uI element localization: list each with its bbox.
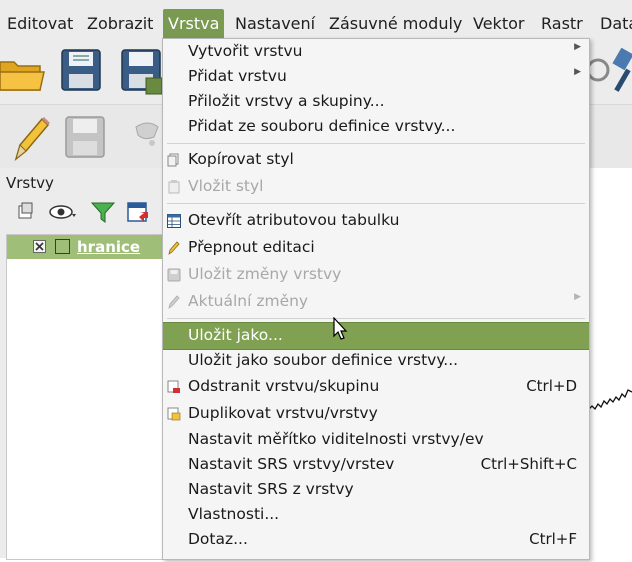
save-edits-icon xyxy=(167,268,181,282)
menu-separator xyxy=(167,318,585,319)
menu-item-label: Přepnout editaci xyxy=(188,238,315,256)
menu-item-duplicate-layer[interactable]: Duplikovat vrstvu/vrstvy xyxy=(163,401,589,427)
remove-layer-icon xyxy=(167,380,180,393)
submenu-arrow-icon: ▶ xyxy=(574,292,581,302)
save-as-project-icon[interactable] xyxy=(120,48,164,96)
menu-item-save-as-definition[interactable]: Uložit jako soubor definice vrstvy... xyxy=(163,348,589,374)
menu-item-label: Nastavit SRS vrstvy/vrstev xyxy=(188,455,395,473)
menu-item-label: Dotaz... xyxy=(188,530,248,548)
menu-item-label: Přiložit vrstvy a skupiny... xyxy=(188,92,385,110)
menu-vektor[interactable]: Vektor xyxy=(473,12,524,36)
collapse-toggle-icon[interactable] xyxy=(33,240,47,254)
layer-menu-dropdown: Vytvořit vrstvu ▶ Přidat vrstvu ▶ Přilož… xyxy=(162,38,590,560)
menu-item-create-layer[interactable]: Vytvořit vrstvu ▶ xyxy=(163,39,589,65)
menu-item-properties[interactable]: Vlastnosti... xyxy=(163,502,589,528)
menu-item-label: Vložit styl xyxy=(188,177,264,195)
menu-item-current-edits: Aktuální změny ▶ xyxy=(163,289,589,315)
menu-separator xyxy=(167,203,585,204)
menu-item-label: Duplikovat vrstvu/vrstvy xyxy=(188,404,378,422)
save-layer-edits-icon[interactable] xyxy=(64,113,110,161)
menu-editovat[interactable]: Editovat xyxy=(7,12,73,36)
identify-tool-icon[interactable] xyxy=(588,48,632,94)
filter-legend-icon[interactable] xyxy=(90,200,116,224)
menu-item-save-as[interactable]: Uložit jako... xyxy=(163,317,589,350)
menu-item-save-layer-edits: Uložit změny vrstvy xyxy=(163,262,589,288)
open-project-icon[interactable] xyxy=(0,50,46,96)
menu-item-remove-layer[interactable]: Odstranit vrstvu/skupinu Ctrl+D xyxy=(163,374,589,400)
table-icon xyxy=(167,214,181,228)
layer-name-label: hranice xyxy=(77,238,141,256)
menu-zasuvne-moduly[interactable]: Zásuvné moduly xyxy=(329,12,462,36)
menu-item-label: Otevřít atributovou tabulku xyxy=(188,211,400,229)
layers-panel: Vrstvy hranice xyxy=(0,168,167,560)
layer-visibility-checkbox[interactable] xyxy=(55,239,71,255)
add-feature-icon xyxy=(135,122,159,146)
menu-rastr[interactable]: Rastr xyxy=(541,12,583,36)
menu-separator xyxy=(167,143,585,144)
boundary-line-icon xyxy=(587,389,632,411)
menu-item-set-layer-crs[interactable]: Nastavit SRS vrstvy/vrstev Ctrl+Shift+C xyxy=(163,452,589,478)
paste-style-icon xyxy=(168,180,180,194)
layer-tree: hranice xyxy=(6,234,167,560)
submenu-arrow-icon: ▶ xyxy=(574,67,581,77)
menu-item-copy-style[interactable]: Kopírovat styl xyxy=(163,147,589,173)
menu-item-label: Uložit změny vrstvy xyxy=(188,265,342,283)
menu-item-toggle-editing[interactable]: Přepnout editaci xyxy=(163,235,589,261)
menu-item-label: Přidat vrstvu xyxy=(188,67,287,85)
menu-item-label: Odstranit vrstvu/skupinu xyxy=(188,377,380,395)
menu-item-shortcut: Ctrl+Shift+C xyxy=(480,455,577,473)
menu-item-paste-style: Vložit styl xyxy=(163,174,589,200)
submenu-arrow-icon: ▶ xyxy=(574,42,581,52)
menu-item-set-scale-visibility[interactable]: Nastavit měřítko viditelnosti vrstvy/ev xyxy=(163,427,589,453)
layer-styling-icon[interactable] xyxy=(16,202,36,222)
menu-item-label: Přidat ze souboru definice vrstvy... xyxy=(188,117,456,135)
mouse-cursor-icon xyxy=(333,317,348,340)
menu-item-shortcut: Ctrl+F xyxy=(529,530,577,548)
save-project-icon[interactable] xyxy=(60,48,104,94)
menu-item-label: Aktuální změny xyxy=(188,292,309,310)
menu-bar: Editovat Zobrazit Vrstva Nastavení Zásuv… xyxy=(0,0,632,41)
menu-item-label: Vlastnosti... xyxy=(188,505,280,523)
menu-item-open-attribute-table[interactable]: Otevřít atributovou tabulku xyxy=(163,208,589,234)
menu-vrstva[interactable]: Vrstva xyxy=(163,9,225,39)
menu-item-query[interactable]: Dotaz... Ctrl+F xyxy=(163,527,589,553)
menu-item-label: Uložit jako soubor definice vrstvy... xyxy=(188,351,459,369)
pencil-icon xyxy=(168,241,180,255)
visibility-eye-icon[interactable] xyxy=(48,202,78,222)
menu-item-add-layer[interactable]: Přidat vrstvu ▶ xyxy=(163,64,589,90)
menu-item-label: Uložit jako... xyxy=(188,326,283,344)
menu-item-label: Nastavit SRS z vrstvy xyxy=(188,480,354,498)
copy-style-icon xyxy=(167,153,179,167)
layer-row-hranice[interactable]: hranice xyxy=(7,235,166,259)
map-canvas[interactable] xyxy=(586,168,632,558)
menu-item-label: Vytvořit vrstvu xyxy=(188,42,303,60)
menu-nastaveni[interactable]: Nastavení xyxy=(235,12,315,36)
menu-data[interactable]: Data xyxy=(600,12,632,36)
menu-item-set-project-crs-from-layer[interactable]: Nastavit SRS z vrstvy xyxy=(163,477,589,503)
layers-panel-title: Vrstvy xyxy=(6,174,54,192)
menu-zobrazit[interactable]: Zobrazit xyxy=(87,12,153,36)
menu-item-add-from-definition[interactable]: Přidat ze souboru definice vrstvy... xyxy=(163,114,589,140)
duplicate-layer-icon xyxy=(167,407,181,421)
menu-item-embed-layers[interactable]: Přiložit vrstvy a skupiny... xyxy=(163,89,589,115)
current-edits-icon xyxy=(168,295,180,309)
layers-toolbar xyxy=(0,198,165,228)
toggle-editing-icon[interactable] xyxy=(10,113,50,163)
menu-item-label: Kopírovat styl xyxy=(188,150,294,168)
filter-expression-icon[interactable] xyxy=(126,200,152,224)
menu-item-shortcut: Ctrl+D xyxy=(526,377,577,395)
menu-item-label: Nastavit měřítko viditelnosti vrstvy/ev xyxy=(188,430,484,448)
